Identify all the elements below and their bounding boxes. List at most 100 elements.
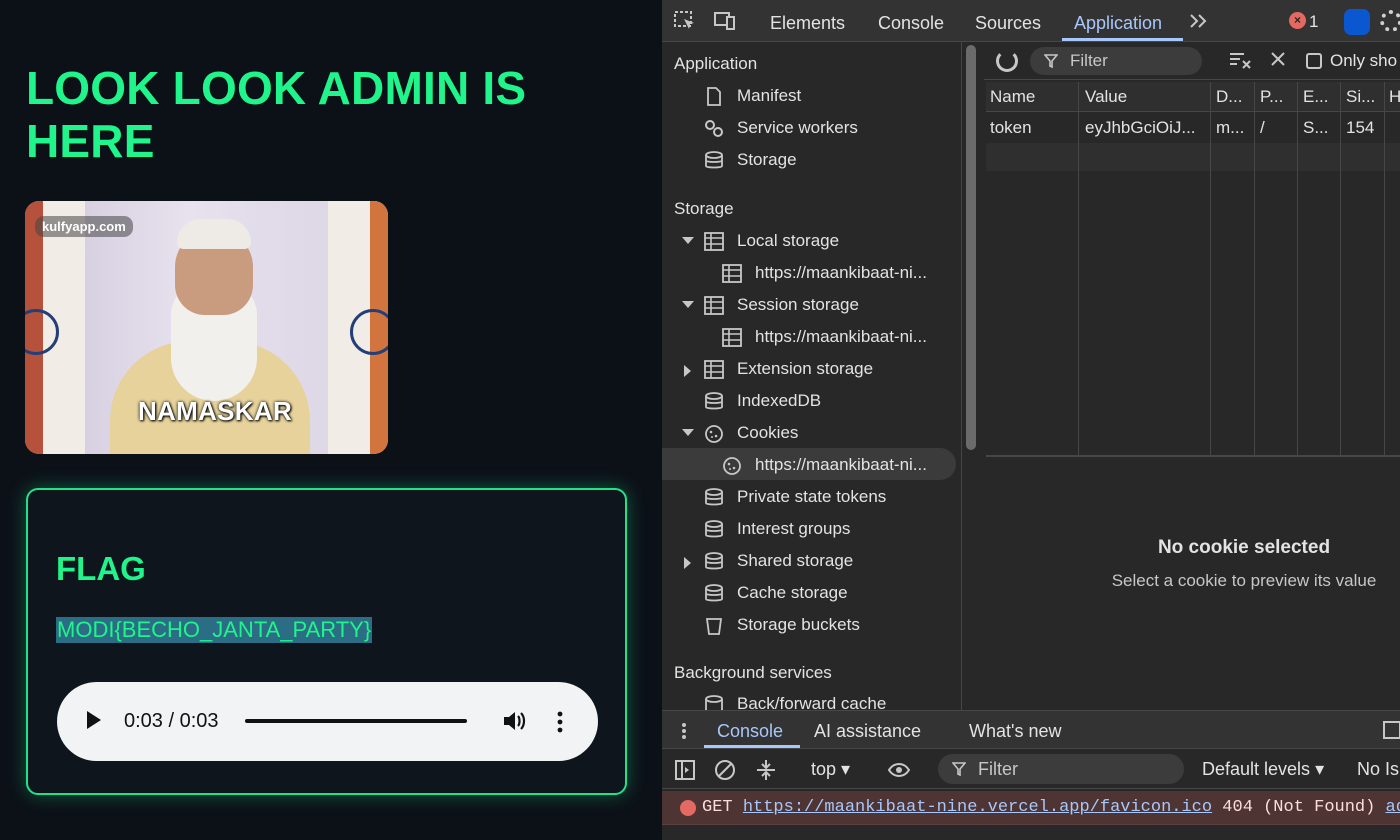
devtools-tab-bar: Elements Console Sources Application × 1 — [662, 0, 1400, 42]
audio-progress-bar[interactable] — [245, 719, 467, 723]
sidebar-item-storage-buckets[interactable]: Storage buckets — [704, 610, 954, 640]
cookie-size-cell[interactable]: 154 — [1346, 118, 1374, 138]
cookie-icon — [705, 425, 723, 443]
sidebar-item-local-storage-origin[interactable]: https://maankibaat-ni... — [722, 258, 952, 288]
cookie-expires-cell[interactable]: S... — [1303, 118, 1329, 138]
sidebar-item-manifest[interactable]: Manifest — [704, 81, 954, 111]
kebab-menu-icon[interactable] — [680, 721, 688, 741]
error-method: GET — [702, 798, 733, 817]
sidebar-item-local-storage[interactable]: Local storage — [680, 226, 956, 256]
device-toolbar-icon[interactable] — [714, 11, 736, 31]
drawer-tab-whats-new[interactable]: What's new — [969, 721, 1061, 742]
volume-icon[interactable] — [501, 708, 527, 734]
tab-console[interactable]: Console — [878, 13, 944, 34]
column-header-value[interactable]: Value — [1085, 87, 1127, 107]
sidebar-item-private-state-tokens[interactable]: Private state tokens — [704, 482, 954, 512]
audio-player: 0:03 / 0:03 — [57, 682, 598, 761]
sidebar-toggle-icon[interactable] — [674, 759, 696, 781]
sidebar-item-session-storage[interactable]: Session storage — [680, 290, 956, 320]
console-error-row[interactable]: GET https://maankibaat-nine.vercel.app/f… — [662, 791, 1400, 825]
error-source-link[interactable]: admin: — [1386, 798, 1400, 817]
console-drawer: Console AI assistance What's new top ▾ F… — [662, 710, 1400, 840]
sidebar-item-label: https://maankibaat-ni... — [755, 263, 927, 282]
column-header-expires[interactable]: E... — [1303, 87, 1329, 107]
web-page: LOOK LOOK ADMIN IS HERE kulfyapp.com NAM… — [0, 0, 662, 840]
chevron-right-icon[interactable] — [684, 557, 691, 569]
column-header-path[interactable]: P... — [1260, 87, 1283, 107]
error-count[interactable]: 1 — [1309, 12, 1318, 32]
no-cookie-subtitle: Select a cookie to preview its value — [1111, 571, 1377, 590]
sidebar-section-storage: Storage — [674, 199, 734, 218]
play-icon[interactable] — [87, 711, 101, 729]
collapse-icon[interactable] — [755, 759, 777, 781]
eye-icon[interactable] — [888, 759, 910, 781]
sidebar-item-back-forward-cache[interactable]: Back/forward cache — [704, 689, 954, 710]
database-icon — [705, 552, 723, 570]
context-selector[interactable]: top ▾ — [811, 759, 850, 780]
tab-elements[interactable]: Elements — [770, 13, 845, 34]
sidebar-item-service-workers[interactable]: Service workers — [704, 113, 954, 143]
sidebar-item-shared-storage[interactable]: Shared storage — [680, 546, 956, 576]
drawer-tab-ai-assistance[interactable]: AI assistance — [814, 721, 921, 742]
chevron-down-icon[interactable] — [682, 429, 694, 436]
column-domain: D... m... — [1211, 82, 1255, 457]
sidebar-item-label: IndexedDB — [737, 391, 822, 410]
flag-value[interactable]: MODI{BECHO_JANTA_PARTY} — [56, 617, 373, 643]
database-icon — [705, 392, 723, 410]
error-circle-icon[interactable]: × — [1289, 12, 1306, 29]
sidebar-scrollbar[interactable] — [966, 45, 976, 450]
sidebar-item-interest-groups[interactable]: Interest groups — [704, 514, 954, 544]
console-filter-input[interactable]: Filter — [938, 754, 1184, 784]
cookie-domain-cell[interactable]: m... — [1216, 118, 1244, 138]
chevron-down-icon[interactable] — [682, 301, 694, 308]
inspect-element-icon[interactable] — [674, 11, 696, 31]
only-show-checkbox[interactable] — [1306, 53, 1322, 69]
close-icon[interactable] — [1268, 49, 1288, 69]
chevron-right-icon[interactable] — [684, 365, 691, 377]
chevron-double-right-icon[interactable] — [1188, 11, 1210, 31]
filter-placeholder: Filter — [978, 759, 1018, 779]
cookie-path-cell[interactable]: / — [1260, 118, 1265, 138]
sidebar-item-extension-storage[interactable]: Extension storage — [680, 354, 956, 384]
sidebar-item-cookies-origin[interactable]: https://maankibaat-ni... — [722, 450, 952, 480]
sidebar-item-label: Extension storage — [737, 359, 874, 378]
filter-icon — [952, 762, 966, 776]
sidebar-item-indexeddb[interactable]: IndexedDB — [704, 386, 954, 416]
sidebar-item-storage[interactable]: Storage — [704, 145, 954, 175]
cookie-icon — [723, 457, 741, 475]
levels-value: Default levels — [1202, 759, 1311, 779]
more-options-icon[interactable] — [553, 709, 567, 735]
cookie-name-cell[interactable]: token — [990, 118, 1032, 138]
database-icon — [705, 584, 723, 602]
issues-counter[interactable]: No Is — [1357, 759, 1399, 780]
tab-application[interactable]: Application — [1074, 13, 1162, 34]
column-header-domain[interactable]: D... — [1216, 87, 1242, 107]
tab-sources[interactable]: Sources — [975, 13, 1041, 34]
ai-assistant-icon[interactable] — [1344, 9, 1370, 35]
cookie-value-cell[interactable]: eyJhbGciOiJ... — [1085, 118, 1209, 138]
cookies-filter-input[interactable]: Filter — [1030, 47, 1202, 75]
gears-icon — [705, 120, 723, 137]
flag-card: FLAG MODI{BECHO_JANTA_PARTY} 0:03 / 0:03 — [26, 488, 627, 795]
sidebar-section-background-services: Background services — [674, 663, 832, 682]
default-levels-dropdown[interactable]: Default levels ▾ — [1202, 759, 1324, 780]
column-header-name[interactable]: Name — [990, 87, 1035, 107]
column-header-httponly[interactable]: H — [1389, 87, 1400, 107]
sidebar-item-label: Storage buckets — [737, 615, 860, 634]
clear-console-icon[interactable] — [714, 759, 736, 781]
sidebar-item-session-storage-origin[interactable]: https://maankibaat-ni... — [722, 322, 952, 352]
refresh-icon[interactable] — [996, 50, 1018, 72]
gear-icon[interactable] — [1380, 10, 1400, 32]
column-value: Value eyJhbGciOiJ... — [1079, 82, 1211, 457]
sidebar-item-cookies[interactable]: Cookies — [680, 418, 956, 448]
database-icon — [705, 151, 723, 169]
drawer-tab-console[interactable]: Console — [717, 721, 783, 742]
column-header-size[interactable]: Si... — [1346, 87, 1375, 107]
sidebar-item-cache-storage[interactable]: Cache storage — [704, 578, 954, 608]
sidebar-item-label: Service workers — [737, 118, 858, 137]
dock-icon[interactable] — [1382, 720, 1400, 740]
chevron-down-icon[interactable] — [682, 237, 694, 244]
gif-caption: NAMASKAR — [137, 396, 293, 426]
clear-filtered-icon[interactable] — [1228, 50, 1252, 70]
error-url-link[interactable]: https://maankibaat-nine.vercel.app/favic… — [743, 798, 1212, 817]
